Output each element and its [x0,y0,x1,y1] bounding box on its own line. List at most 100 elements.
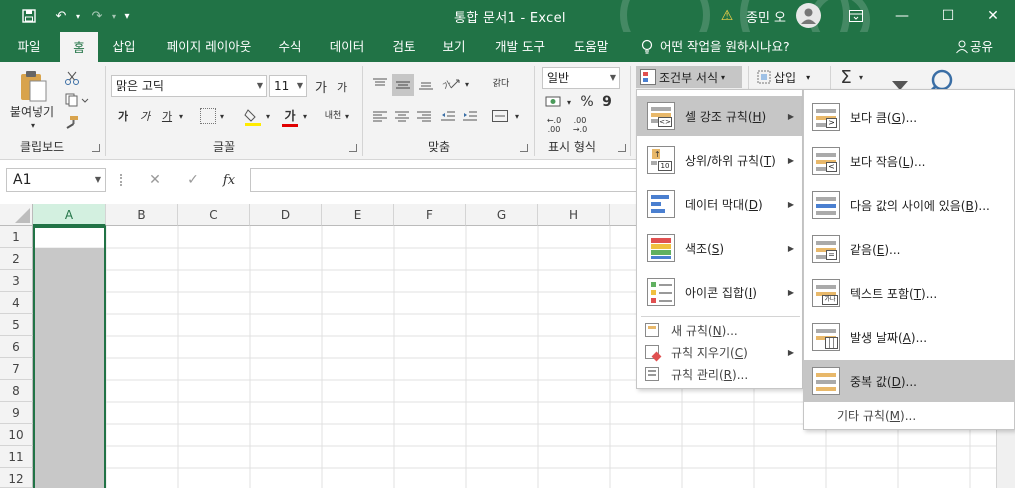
tab-data[interactable]: 데이터 [322,32,372,62]
menu-data-bars[interactable]: 데이터 막대(D) ▶ [637,184,802,224]
name-box[interactable]: A1 ▼ [6,168,106,192]
font-launcher-icon[interactable] [349,144,357,152]
avatar[interactable] [796,3,821,28]
save-icon[interactable] [18,6,40,26]
row-header-8[interactable]: 8 [0,380,33,402]
maximize-button[interactable]: ☐ [925,0,971,32]
submenu-between[interactable]: 다음 값의 사이에 있음(B)... [804,184,1014,226]
accounting-dropdown-icon[interactable]: ▾ [564,92,574,112]
cancel-entry-icon[interactable]: ✕ [144,168,166,192]
row-header-1[interactable]: 1 [0,226,33,248]
phonetic-guide-button[interactable]: 내천 [322,104,344,128]
minimize-button[interactable]: — [879,0,925,32]
alignment-launcher-icon[interactable] [520,144,528,152]
column-header-d[interactable]: D [250,204,322,226]
redo-dropdown-icon[interactable]: ▾ [108,6,120,26]
tab-view[interactable]: 보기 [434,32,474,62]
submenu-greater-than[interactable]: > 보다 큼(G)... [804,96,1014,138]
column-header-h[interactable]: H [538,204,610,226]
align-left-icon[interactable] [370,106,390,126]
column-header-f[interactable]: F [394,204,466,226]
decrease-decimal-button[interactable]: .00 →.0 [568,114,592,136]
warning-icon[interactable]: ⚠ [718,6,736,26]
row-header-11[interactable]: 11 [0,446,33,468]
increase-decimal-button[interactable]: ←.0 .00 [542,114,566,136]
accounting-format-icon[interactable] [542,92,566,112]
column-header-c[interactable]: C [178,204,250,226]
enter-entry-icon[interactable]: ✓ [182,168,204,192]
lightbulb-icon[interactable] [636,32,658,62]
align-middle-icon[interactable] [392,74,414,96]
autosum-dropdown-icon[interactable]: ▾ [856,66,866,88]
comma-style-button[interactable]: 9 [598,92,616,112]
submenu-more-rules[interactable]: 기타 규칙(M)... [804,404,1014,426]
menu-clear-rules[interactable]: 규칙 지우기(C) ▶ [637,341,802,363]
submenu-text-contains[interactable]: 가나 텍스트 포함(T)... [804,272,1014,314]
wrap-text-button[interactable]: 갉다 [488,72,514,96]
close-button[interactable]: ✕ [970,0,1015,32]
font-color-dropdown-icon[interactable]: ▾ [300,106,310,126]
bold-button[interactable]: 가 [115,106,131,126]
row-header-7[interactable]: 7 [0,358,33,380]
font-name-combo[interactable]: 맑은 고딕 ▼ [111,75,267,97]
row-header-2[interactable]: 2 [0,248,33,270]
conditional-formatting-button[interactable]: 조건부 서식 ▾ [636,66,742,88]
submenu-duplicate-values[interactable]: 중복 값(D)... [804,360,1014,402]
tab-help[interactable]: 도움말 [566,32,616,62]
tab-developer[interactable]: 개발 도구 [486,32,554,62]
decrease-indent-icon[interactable] [438,106,458,126]
border-icon[interactable] [200,108,216,124]
font-size-combo[interactable]: 11 ▼ [269,75,307,97]
row-header-9[interactable]: 9 [0,402,33,424]
percent-button[interactable]: % [578,92,596,112]
submenu-less-than[interactable]: < 보다 작음(L)... [804,140,1014,182]
column-header-g[interactable]: G [466,204,538,226]
increase-indent-icon[interactable] [460,106,480,126]
align-bottom-icon[interactable] [416,74,436,94]
align-top-icon[interactable] [370,74,390,94]
underline-button[interactable]: 가 [159,106,175,126]
decrease-font-button[interactable]: 가 [334,78,350,96]
font-color-icon[interactable]: 가 [280,106,300,128]
clipboard-launcher-icon[interactable] [92,144,100,152]
menu-top-bottom-rules[interactable]: ↑ 10 상위/하위 규칙(T) ▶ [637,140,802,180]
tab-formulas[interactable]: 수식 [270,32,310,62]
user-name[interactable]: 종민 오 [746,7,786,26]
row-header-12[interactable]: 12 [0,468,33,488]
tab-insert[interactable]: 삽입 [104,32,144,62]
orientation-icon[interactable]: 가 [440,74,464,94]
row-header-5[interactable]: 5 [0,314,33,336]
select-all-button[interactable] [0,204,33,226]
tab-page-layout[interactable]: 페이지 레이아웃 [156,32,262,62]
paste-button[interactable]: 붙여넣기 [4,102,60,120]
submenu-date-occurring[interactable]: 발생 날짜(A)... [804,316,1014,358]
format-painter-icon[interactable] [62,112,82,132]
menu-manage-rules[interactable]: 규칙 관리(R)... [637,363,802,385]
border-dropdown-icon[interactable]: ▾ [217,106,227,126]
row-header-6[interactable]: 6 [0,336,33,358]
menu-new-rule[interactable]: 새 규칙(N)... [637,319,802,341]
copy-icon[interactable] [62,90,92,110]
fill-color-dropdown-icon[interactable]: ▾ [263,106,273,126]
menu-icon-sets[interactable]: 아이콘 집합(I) ▶ [637,272,802,312]
align-center-icon[interactable] [392,106,412,126]
row-header-4[interactable]: 4 [0,292,33,314]
tab-file[interactable]: 파일 [6,32,52,62]
column-header-a[interactable]: A [33,204,106,226]
submenu-equal-to[interactable]: = 같음(E)... [804,228,1014,270]
increase-font-button[interactable]: 가 [312,76,330,96]
tell-me-search[interactable]: 어떤 작업을 원하시나요? [660,32,810,62]
autosum-icon[interactable]: Σ [836,66,856,88]
merge-dropdown-icon[interactable]: ▾ [512,106,522,126]
redo-icon[interactable]: ↷ [86,6,108,26]
align-right-icon[interactable] [414,106,434,126]
paste-dropdown-icon[interactable]: ▾ [28,120,38,130]
italic-button[interactable]: 가 [137,106,153,126]
share-button[interactable]: 공유 [970,32,1000,62]
undo-dropdown-icon[interactable]: ▾ [72,6,84,26]
tab-review[interactable]: 검토 [384,32,424,62]
formula-bar-grip[interactable] [120,174,124,186]
menu-color-scales[interactable]: 색조(S) ▶ [637,228,802,268]
share-icon[interactable] [954,32,970,62]
menu-highlight-cells-rules[interactable]: <> 셀 강조 규칙(H) ▶ [637,96,802,136]
